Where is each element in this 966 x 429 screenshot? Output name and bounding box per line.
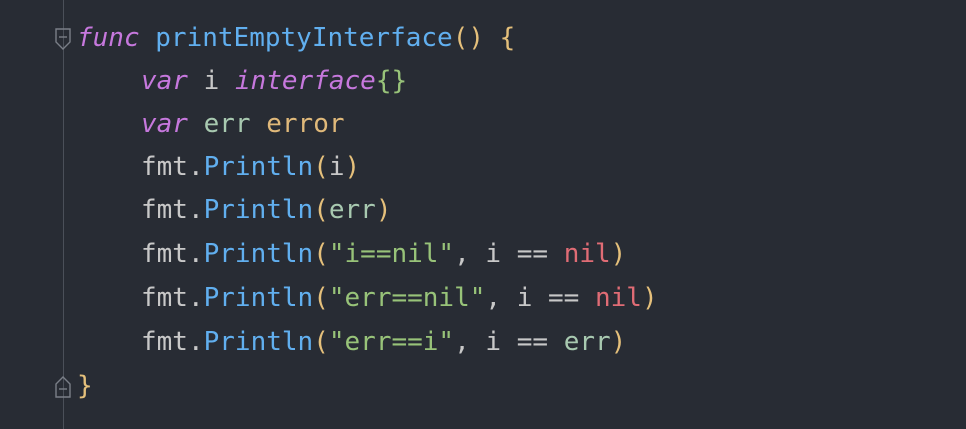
empty-braces: {} — [375, 66, 408, 96]
type-name: error — [266, 109, 345, 139]
variable-name: i — [203, 66, 220, 96]
operand-right: err — [563, 327, 611, 357]
comma: , — [454, 327, 470, 357]
dot: . — [187, 239, 204, 269]
argument: err — [328, 195, 376, 225]
variable-name: err — [203, 109, 251, 139]
type-name: interface — [234, 66, 376, 96]
code-line-7[interactable]: fmt.Println("err==nil", i == nil) — [141, 277, 658, 320]
package-name: fmt — [141, 152, 188, 182]
open-paren: ( — [313, 239, 329, 269]
parens: () — [452, 23, 485, 53]
string-literal: "err==nil" — [328, 283, 486, 313]
function-call: Println — [203, 283, 314, 313]
argument: i — [328, 152, 345, 182]
code-line-6[interactable]: fmt.Println("i==nil", i == nil) — [141, 233, 626, 276]
code-line-9[interactable]: } — [77, 365, 93, 408]
package-name: fmt — [141, 239, 188, 269]
code-editor[interactable]: func printEmptyInterface() { var i inter… — [0, 0, 966, 429]
close-paren: ) — [610, 327, 627, 357]
close-paren: ) — [344, 152, 361, 182]
fold-collapse-icon[interactable] — [55, 28, 71, 50]
string-literal: "err==i" — [328, 327, 455, 357]
code-line-5[interactable]: fmt.Println(err) — [141, 189, 391, 232]
function-call: Println — [203, 327, 314, 357]
comma: , — [454, 239, 470, 269]
nil-literal: nil — [595, 283, 642, 313]
code-line-4[interactable]: fmt.Println(i) — [141, 146, 360, 189]
open-paren: ( — [313, 152, 329, 182]
code-line-3[interactable]: var err error — [141, 103, 345, 146]
open-brace: { — [499, 23, 516, 53]
code-line-8[interactable]: fmt.Println("err==i", i == err) — [141, 321, 626, 364]
comma: , — [485, 283, 502, 313]
equality-operator: == — [516, 239, 549, 269]
nil-literal: nil — [563, 239, 611, 269]
operand-left: i — [516, 283, 533, 313]
close-paren: ) — [610, 239, 627, 269]
dot: . — [187, 152, 204, 182]
package-name: fmt — [141, 283, 188, 313]
close-paren: ) — [375, 195, 392, 225]
keyword-var: var — [141, 109, 188, 139]
function-call: Println — [203, 195, 314, 225]
open-paren: ( — [313, 195, 329, 225]
function-name: printEmptyInterface — [155, 23, 453, 53]
operand-left: i — [485, 239, 502, 269]
code-line-2[interactable]: var i interface{} — [141, 60, 407, 103]
dot: . — [187, 327, 204, 357]
close-paren: ) — [641, 283, 658, 313]
operand-left: i — [485, 327, 502, 357]
equality-operator: == — [548, 283, 580, 313]
open-paren: ( — [313, 283, 329, 313]
function-call: Println — [203, 152, 314, 182]
close-brace: } — [77, 371, 93, 401]
keyword-func: func — [77, 23, 140, 53]
dot: . — [187, 195, 204, 225]
string-literal: "i==nil" — [328, 239, 455, 269]
function-call: Println — [203, 239, 314, 269]
gutter-guide — [63, 0, 64, 429]
package-name: fmt — [141, 327, 188, 357]
code-line-1[interactable]: func printEmptyInterface() { — [77, 17, 515, 60]
dot: . — [187, 283, 204, 313]
package-name: fmt — [141, 195, 188, 225]
keyword-var: var — [141, 66, 188, 96]
equality-operator: == — [516, 327, 549, 357]
open-paren: ( — [313, 327, 329, 357]
fold-end-icon[interactable] — [55, 376, 71, 398]
